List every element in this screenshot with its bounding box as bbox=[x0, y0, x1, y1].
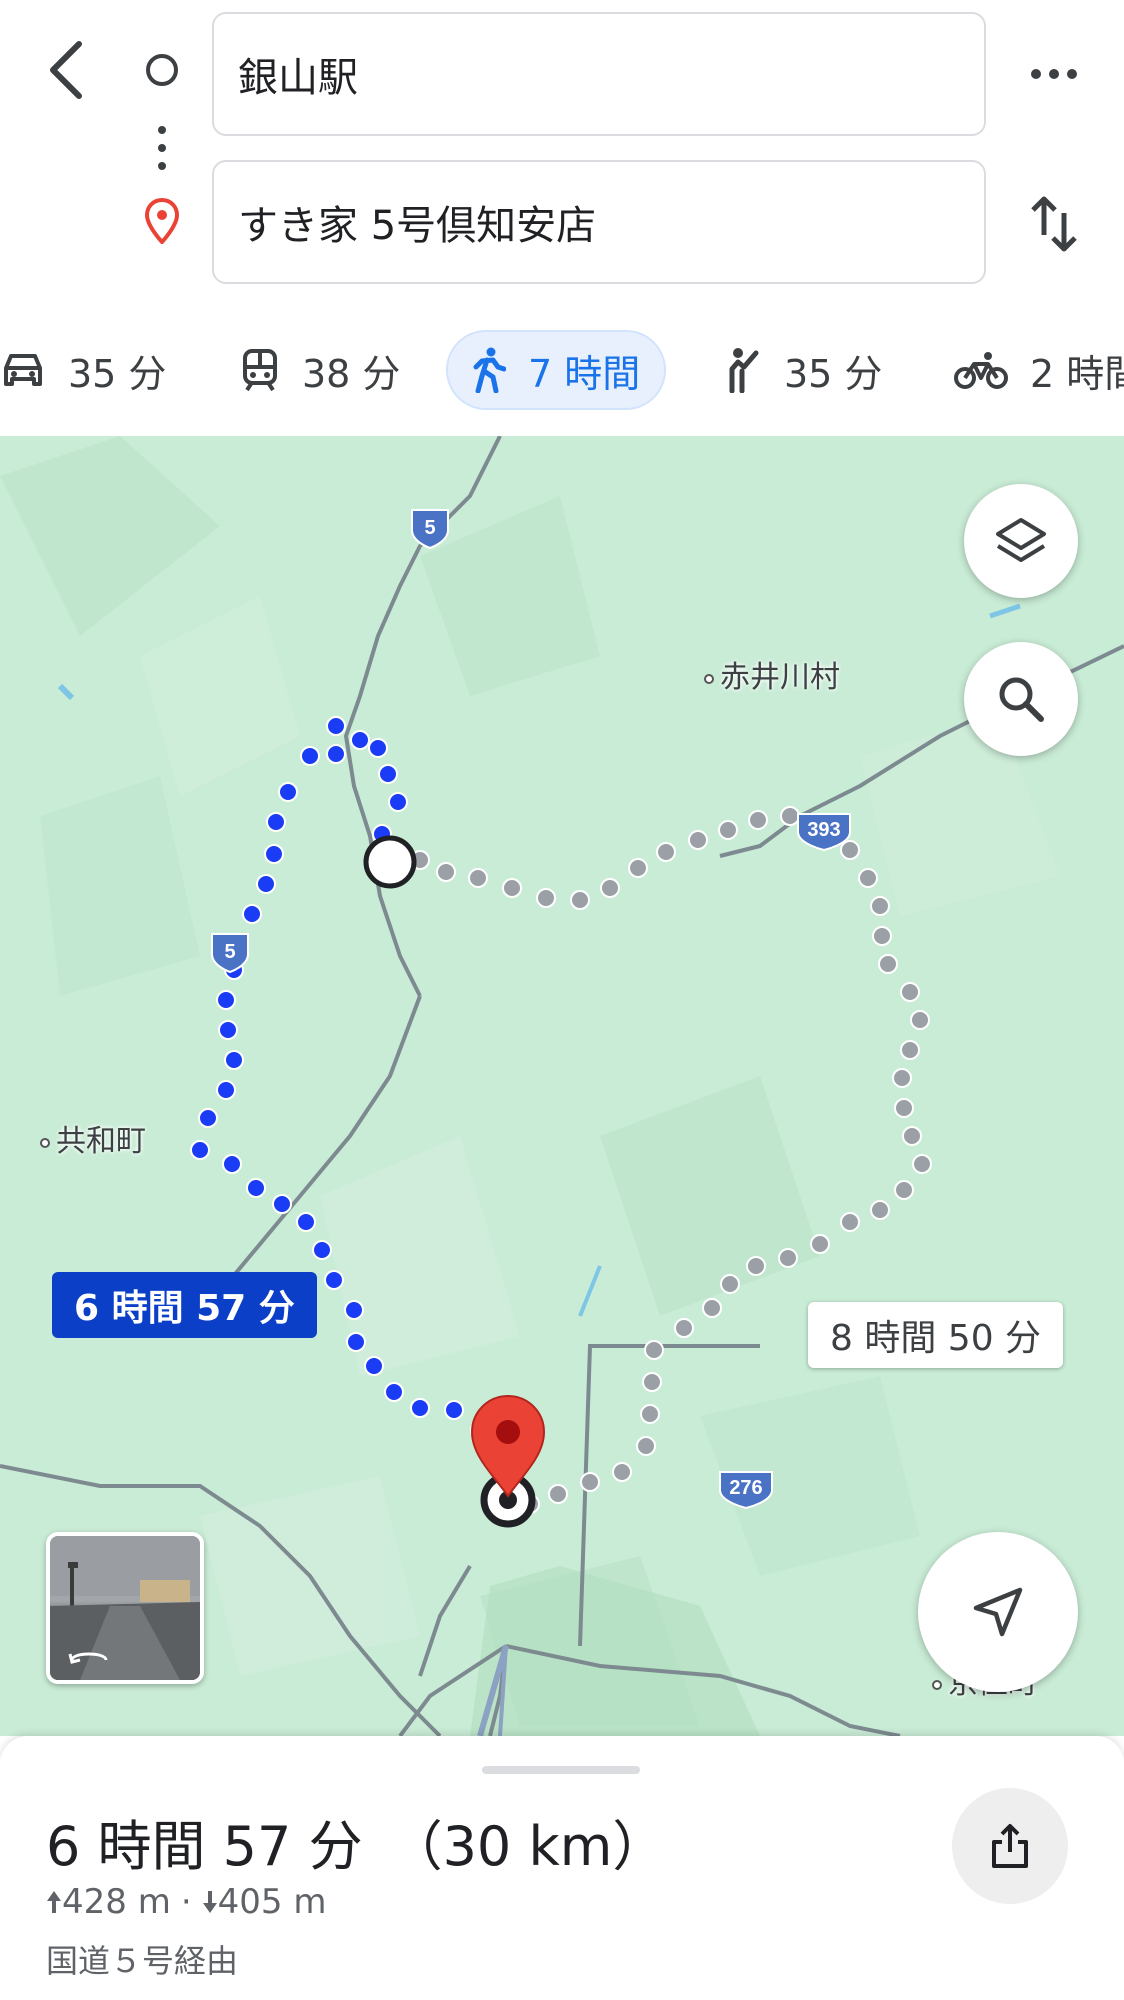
swap-button[interactable] bbox=[1022, 186, 1086, 262]
layers-icon bbox=[996, 518, 1046, 562]
back-button[interactable] bbox=[30, 28, 100, 112]
distance-text: （30 km） bbox=[388, 1815, 667, 1878]
mode-transit-time: 38 分 bbox=[302, 351, 401, 396]
destination-marker[interactable] bbox=[470, 1394, 546, 1528]
navigation-arrow-icon bbox=[973, 1587, 1023, 1637]
descent-text: 405 m bbox=[217, 1882, 327, 1922]
map-view[interactable]: 5 5 393 276 赤井川村 共和町 京極町 6 時間 57 分 8 bbox=[0, 436, 1124, 1736]
more-horiz-icon bbox=[1031, 69, 1077, 79]
elevation-info: 428 m · 405 m bbox=[46, 1882, 326, 1922]
arrow-down-icon bbox=[202, 1891, 217, 1913]
transit-icon bbox=[243, 349, 277, 392]
route-via-text: 国道５号経由 bbox=[46, 1942, 239, 1980]
mode-walking-time: 7 時間 bbox=[528, 351, 641, 396]
origin-circle-icon bbox=[142, 52, 182, 88]
layers-button[interactable] bbox=[964, 484, 1078, 598]
place-label-kyowa: 共和町 bbox=[40, 1116, 146, 1160]
directions-header: 銀山駅 すき家 5号倶知安店 35 分 38 分 7 時間 35 分 2 時間 bbox=[0, 0, 1124, 436]
more-options-button[interactable] bbox=[1022, 44, 1086, 104]
mode-cycling-time: 2 時間 bbox=[1030, 351, 1124, 396]
back-arrow-icon bbox=[50, 41, 82, 99]
mode-cycling[interactable]: 2 時間 bbox=[954, 330, 1124, 410]
swap-vert-icon bbox=[1031, 196, 1077, 252]
svg-text:276: 276 bbox=[729, 1477, 762, 1499]
street-view-image bbox=[50, 1536, 200, 1680]
duration-text: 6 時間 57 分 bbox=[46, 1815, 363, 1878]
svg-text:5: 5 bbox=[224, 941, 235, 963]
elevation-separator: · bbox=[180, 1882, 192, 1922]
arrow-up-icon bbox=[47, 1891, 61, 1913]
sheet-drag-handle[interactable] bbox=[482, 1766, 640, 1774]
mode-driving[interactable]: 35 分 bbox=[0, 330, 166, 410]
start-navigation-button[interactable] bbox=[918, 1532, 1078, 1692]
place-label-akaigawa: 赤井川村 bbox=[704, 652, 840, 696]
svg-text:393: 393 bbox=[807, 819, 840, 841]
origin-field[interactable]: 銀山駅 bbox=[212, 12, 986, 136]
street-view-thumbnail[interactable] bbox=[46, 1532, 204, 1684]
mode-transit[interactable]: 38 分 bbox=[240, 330, 400, 410]
route-dots-icon bbox=[142, 124, 182, 172]
car-icon bbox=[4, 354, 42, 386]
origin-text: 銀山駅 bbox=[238, 55, 358, 101]
route-time-label-selected[interactable]: 6 時間 57 分 bbox=[52, 1272, 317, 1338]
mode-ride-hailing-time: 35 分 bbox=[784, 351, 883, 396]
route-summary-sheet[interactable]: 6 時間 57 分 （30 km） 428 m · 405 m 国道５号経由 bbox=[0, 1736, 1124, 2000]
route-duration: 6 時間 57 分 （30 km） bbox=[46, 1802, 666, 1881]
travel-mode-tabs: 35 分 38 分 7 時間 35 分 2 時間 bbox=[0, 330, 1124, 414]
mode-ride-hailing[interactable]: 35 分 bbox=[722, 330, 882, 410]
ride-hail-icon bbox=[729, 348, 759, 393]
mode-driving-time: 35 分 bbox=[68, 351, 167, 396]
share-button[interactable] bbox=[952, 1788, 1068, 1904]
svg-text:5: 5 bbox=[424, 517, 435, 539]
bicycle-icon bbox=[954, 352, 1008, 389]
ascent-text: 428 m bbox=[62, 1882, 171, 1922]
destination-text: すき家 5号倶知安店 bbox=[238, 203, 597, 249]
share-icon bbox=[992, 1824, 1028, 1868]
route-time-label-alternate[interactable]: 8 時間 50 分 bbox=[808, 1302, 1064, 1368]
search-icon bbox=[999, 677, 1044, 722]
destination-pin-icon bbox=[142, 198, 182, 244]
route-shield-5-north: 5 bbox=[411, 509, 449, 550]
destination-field[interactable]: すき家 5号倶知安店 bbox=[212, 160, 986, 284]
mode-walking[interactable]: 7 時間 bbox=[446, 330, 667, 410]
search-along-route-button[interactable] bbox=[964, 642, 1078, 756]
walk-icon bbox=[473, 347, 506, 393]
origin-marker[interactable] bbox=[363, 835, 417, 889]
